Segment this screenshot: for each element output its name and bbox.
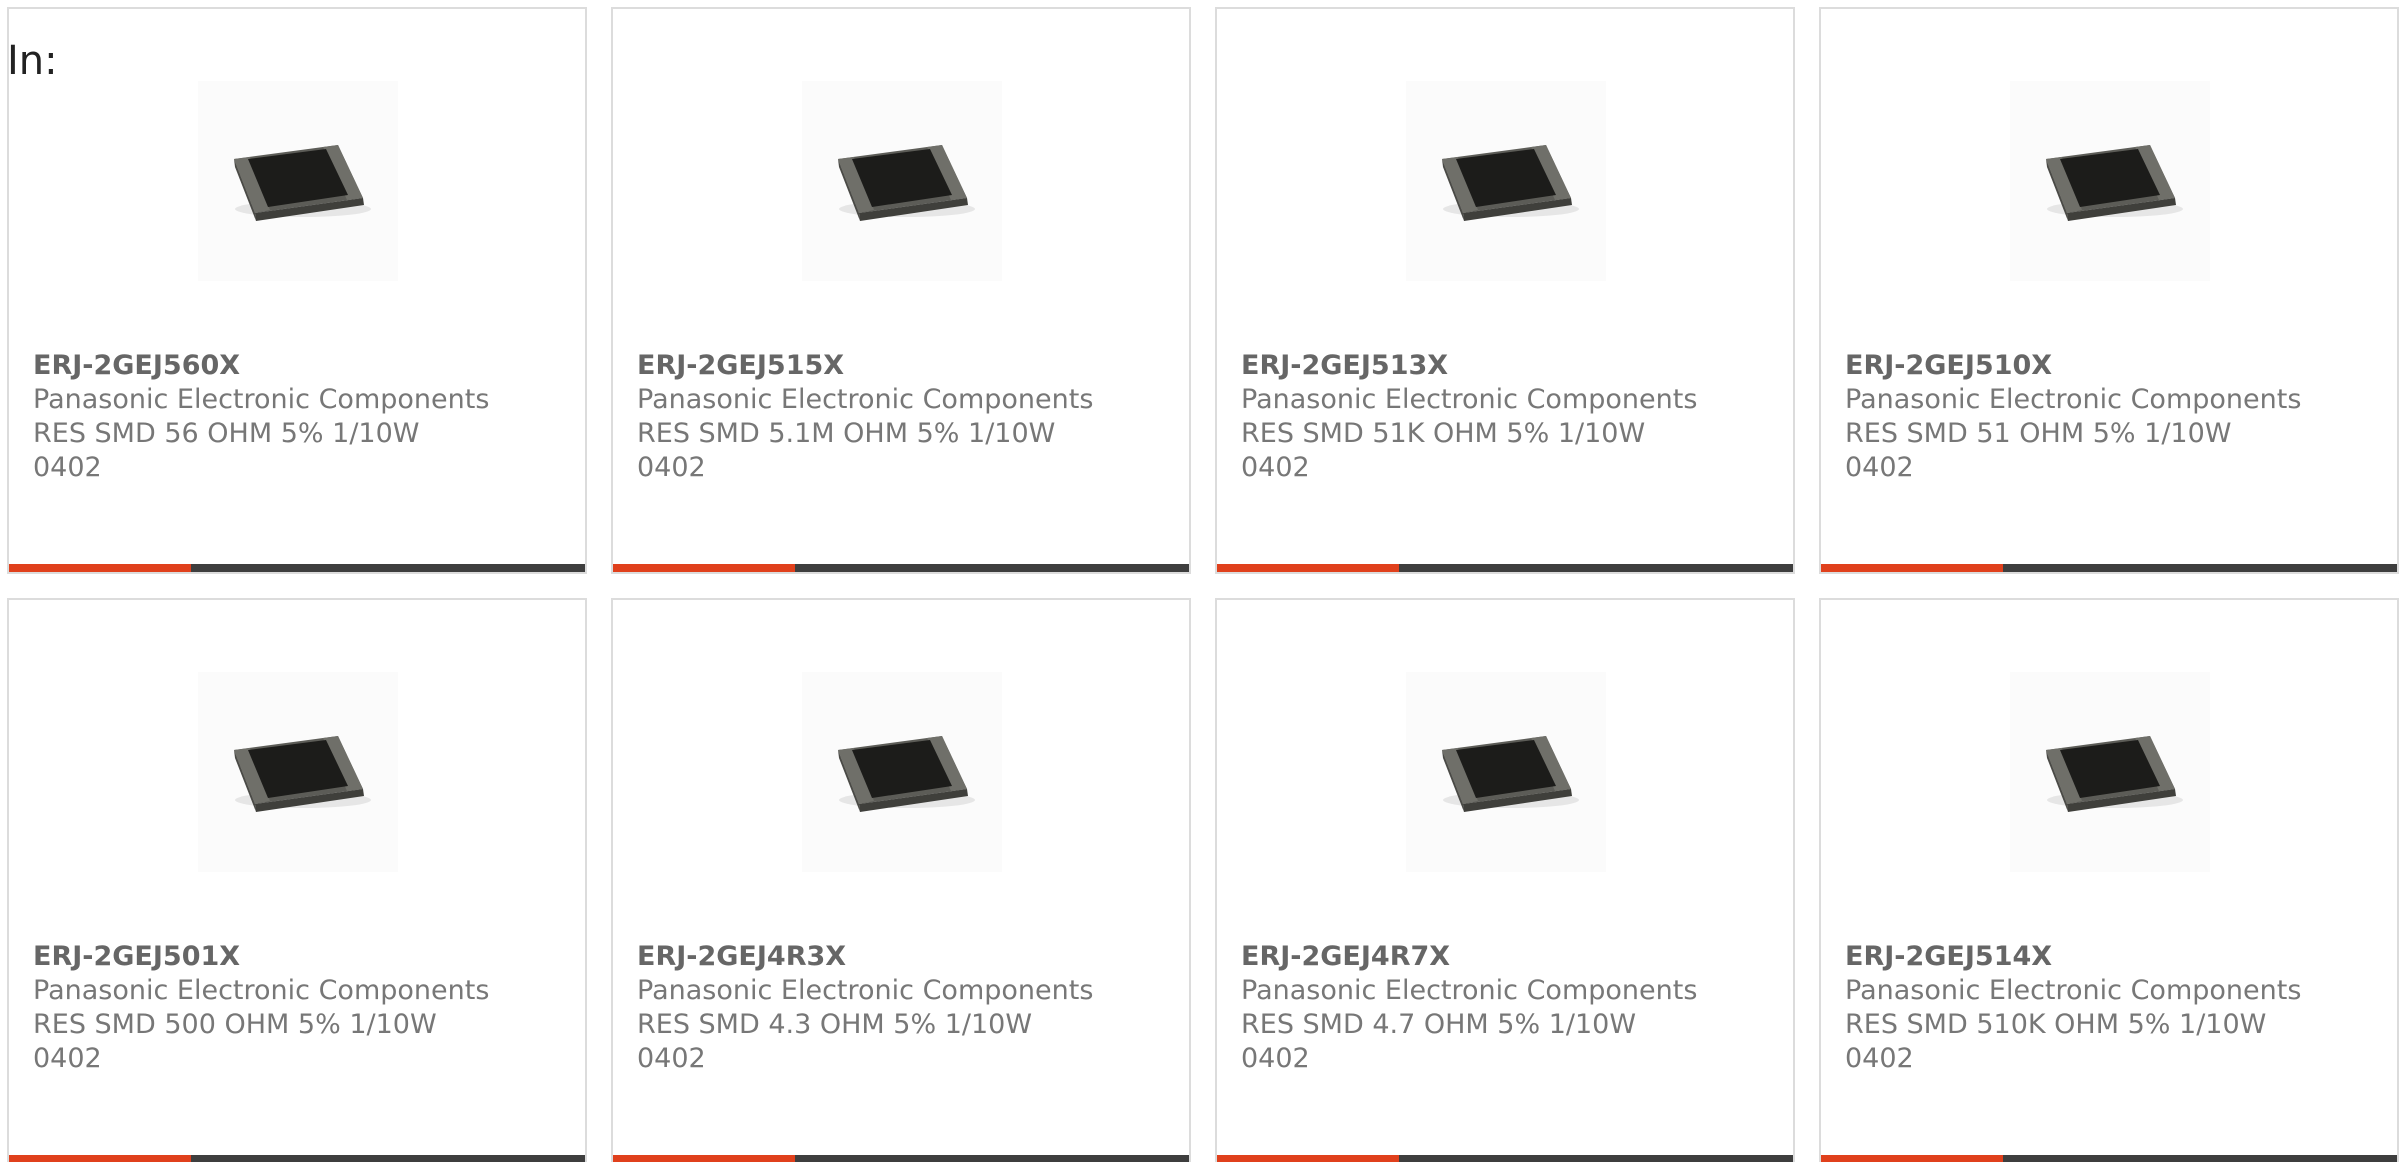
manufacturer: Panasonic Electronic Components (1241, 384, 1698, 415)
part-number[interactable]: ERJ-2GEJ560X (33, 349, 565, 383)
product-info: ERJ-2GEJ514X Panasonic Electronic Compon… (1845, 940, 2377, 1076)
product-card[interactable]: ERJ-2GEJ4R7X Panasonic Electronic Compon… (1215, 598, 1795, 1162)
product-info: ERJ-2GEJ4R3X Panasonic Electronic Compon… (637, 940, 1169, 1076)
card-footer-bar (613, 564, 1189, 572)
part-number[interactable]: ERJ-2GEJ501X (33, 940, 565, 974)
part-number[interactable]: ERJ-2GEJ513X (1241, 349, 1773, 383)
card-footer-bar (1821, 1155, 2397, 1162)
smd-resistor-icon[interactable] (802, 81, 1002, 281)
smd-resistor-icon[interactable] (1406, 672, 1606, 872)
manufacturer: Panasonic Electronic Components (1241, 975, 1698, 1006)
card-footer-accent (1821, 1155, 2003, 1162)
product-description: RES SMD 4.3 OHM 5% 1/10W 0402 (637, 1009, 1033, 1074)
manufacturer: Panasonic Electronic Components (33, 384, 490, 415)
part-number[interactable]: ERJ-2GEJ515X (637, 349, 1169, 383)
product-description: RES SMD 4.7 OHM 5% 1/10W 0402 (1241, 1009, 1637, 1074)
product-card[interactable]: ERJ-2GEJ514X Panasonic Electronic Compon… (1819, 598, 2399, 1162)
product-grid: ERJ-2GEJ560X Panasonic Electronic Compon… (7, 7, 2400, 1162)
smd-resistor-icon[interactable] (198, 672, 398, 872)
product-info: ERJ-2GEJ515X Panasonic Electronic Compon… (637, 349, 1169, 485)
card-footer-bar (9, 564, 585, 572)
product-card[interactable]: ERJ-2GEJ513X Panasonic Electronic Compon… (1215, 7, 1795, 574)
product-info: ERJ-2GEJ510X Panasonic Electronic Compon… (1845, 349, 2377, 485)
manufacturer: Panasonic Electronic Components (637, 975, 1094, 1006)
product-description: RES SMD 51 OHM 5% 1/10W 0402 (1845, 418, 2232, 483)
card-footer-accent (1821, 564, 2003, 572)
manufacturer: Panasonic Electronic Components (33, 975, 490, 1006)
card-footer-bar (9, 1155, 585, 1162)
manufacturer: Panasonic Electronic Components (1845, 384, 2302, 415)
card-footer-bar (1821, 564, 2397, 572)
product-card[interactable]: ERJ-2GEJ501X Panasonic Electronic Compon… (7, 598, 587, 1162)
card-footer-accent (9, 1155, 191, 1162)
product-card[interactable]: ERJ-2GEJ515X Panasonic Electronic Compon… (611, 7, 1191, 574)
product-card[interactable]: ERJ-2GEJ560X Panasonic Electronic Compon… (7, 7, 587, 574)
card-footer-bar (613, 1155, 1189, 1162)
card-footer-accent (613, 1155, 795, 1162)
part-number[interactable]: ERJ-2GEJ514X (1845, 940, 2377, 974)
page-heading: In: (7, 38, 58, 84)
product-description: RES SMD 510K OHM 5% 1/10W 0402 (1845, 1009, 2267, 1074)
smd-resistor-icon[interactable] (802, 672, 1002, 872)
card-footer-accent (1217, 1155, 1399, 1162)
part-number[interactable]: ERJ-2GEJ4R7X (1241, 940, 1773, 974)
product-info: ERJ-2GEJ4R7X Panasonic Electronic Compon… (1241, 940, 1773, 1076)
product-listing-page: In: ERJ-2GEJ560X Panasonic Electronic Co… (0, 0, 2400, 1162)
smd-resistor-icon[interactable] (1406, 81, 1606, 281)
smd-resistor-icon[interactable] (2010, 672, 2210, 872)
card-footer-accent (1217, 564, 1399, 572)
product-card[interactable]: ERJ-2GEJ510X Panasonic Electronic Compon… (1819, 7, 2399, 574)
product-description: RES SMD 51K OHM 5% 1/10W 0402 (1241, 418, 1646, 483)
product-card[interactable]: ERJ-2GEJ4R3X Panasonic Electronic Compon… (611, 598, 1191, 1162)
part-number[interactable]: ERJ-2GEJ4R3X (637, 940, 1169, 974)
product-description: RES SMD 5.1M OHM 5% 1/10W 0402 (637, 418, 1056, 483)
smd-resistor-icon[interactable] (198, 81, 398, 281)
manufacturer: Panasonic Electronic Components (637, 384, 1094, 415)
card-footer-bar (1217, 1155, 1793, 1162)
smd-resistor-icon[interactable] (2010, 81, 2210, 281)
product-info: ERJ-2GEJ501X Panasonic Electronic Compon… (33, 940, 565, 1076)
card-footer-accent (613, 564, 795, 572)
product-info: ERJ-2GEJ513X Panasonic Electronic Compon… (1241, 349, 1773, 485)
product-description: RES SMD 500 OHM 5% 1/10W 0402 (33, 1009, 437, 1074)
product-description: RES SMD 56 OHM 5% 1/10W 0402 (33, 418, 420, 483)
part-number[interactable]: ERJ-2GEJ510X (1845, 349, 2377, 383)
card-footer-bar (1217, 564, 1793, 572)
product-info: ERJ-2GEJ560X Panasonic Electronic Compon… (33, 349, 565, 485)
card-footer-accent (9, 564, 191, 572)
manufacturer: Panasonic Electronic Components (1845, 975, 2302, 1006)
